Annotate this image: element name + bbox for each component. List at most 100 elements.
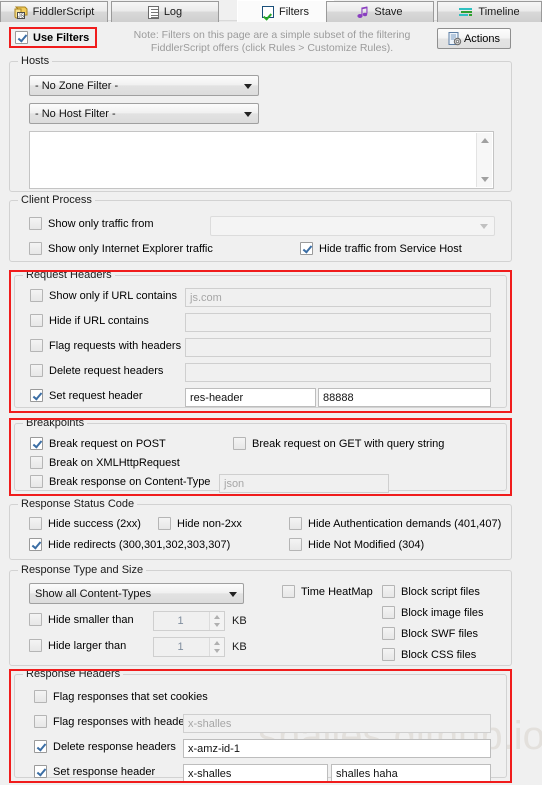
stepper-up-icon[interactable] [214,641,220,645]
hide-success-label: Hide success (2xx) [48,517,141,530]
hide-if-url-contains-checkbox[interactable] [30,314,43,327]
actions-button[interactable]: Actions [437,28,511,49]
break-on-post-checkbox[interactable] [30,437,43,450]
hide-not-modified-checkbox[interactable] [289,538,302,551]
checkmark-icon [262,5,275,18]
stepper-buttons[interactable] [209,638,224,656]
zone-filter-dropdown[interactable]: - No Zone Filter - [29,75,259,96]
stepper-down-icon[interactable] [214,649,220,653]
response-headers-legend: Response Headers [23,668,124,680]
timeline-icon [459,7,473,17]
delete-response-headers-label: Delete response headers [53,740,176,753]
set-response-header-value-input[interactable]: shalles haha [331,764,491,783]
delete-request-headers-checkbox[interactable] [30,364,43,377]
hide-larger-than-row: Hide larger than [29,639,126,652]
show-only-ie-traffic-checkbox[interactable] [29,242,42,255]
tab-timeline[interactable]: Timeline [437,1,542,22]
time-heatmap-checkbox[interactable] [282,585,295,598]
host-list-scrollbar[interactable] [476,133,492,187]
set-request-header-name-input[interactable]: res-header [185,388,316,407]
set-response-header-row: Set response header [34,765,155,778]
show-only-traffic-from-checkbox[interactable] [29,217,42,230]
hide-redirects-checkbox[interactable] [29,538,42,551]
block-swf-files-checkbox[interactable] [382,627,395,640]
document-gear-icon [448,31,462,46]
flag-set-cookies-checkbox[interactable] [34,690,47,703]
hide-non2xx-checkbox[interactable] [158,517,171,530]
time-heatmap-row: Time HeatMap [282,585,373,598]
host-list-textarea[interactable] [29,131,494,189]
break-on-get-query-checkbox[interactable] [233,437,246,450]
note-line-1: Note: Filters on this page are a simple … [133,29,411,41]
hide-redirects-label: Hide redirects (300,301,302,303,307) [48,538,231,551]
scroll-up-icon[interactable] [480,138,489,143]
flag-requests-with-headers-checkbox[interactable] [30,339,43,352]
log-icon [147,5,159,19]
use-filters-checkbox[interactable] [15,31,28,44]
tab-log[interactable]: Log [111,1,219,22]
host-filter-dropdown[interactable]: - No Host Filter - [29,103,259,124]
break-on-content-type-input[interactable]: json [219,474,389,493]
content-type-dropdown[interactable]: Show all Content-Types [29,583,244,604]
show-only-url-contains-checkbox[interactable] [30,289,43,302]
use-filters-highlight: Use Filters [9,27,98,48]
break-on-xhr-row: Break on XMLHttpRequest [30,456,180,469]
hide-smaller-than-checkbox[interactable] [29,613,42,626]
block-swf-files-label: Block SWF files [401,627,479,640]
tab-stave[interactable]: Stave [326,1,434,22]
client-process-legend: Client Process [18,194,95,206]
delete-request-headers-row: Delete request headers [30,364,163,377]
show-only-url-contains-input[interactable]: js.com [185,288,491,307]
set-request-header-label: Set request header [49,389,143,402]
content-type-value: Show all Content-Types [35,587,152,600]
tab-filters[interactable]: Filters [237,0,334,22]
delete-response-headers-row: Delete response headers [34,740,176,753]
break-on-xhr-checkbox[interactable] [30,456,43,469]
hide-larger-than-checkbox[interactable] [29,639,42,652]
hide-smaller-than-stepper[interactable]: 1 [153,611,225,631]
block-image-files-label: Block image files [401,606,484,619]
set-request-header-value-input[interactable]: 88888 [318,388,491,407]
flag-requests-with-headers-input[interactable] [185,338,491,357]
delete-response-headers-input[interactable]: x-amz-id-1 [183,739,491,758]
block-css-files-row: Block CSS files [382,648,476,661]
stepper-up-icon[interactable] [214,615,220,619]
hide-if-url-contains-input[interactable] [185,313,491,332]
tab-label: Stave [374,6,403,18]
tab-fiddlerscript[interactable]: JS FiddlerScript [0,1,108,22]
break-on-content-type-checkbox[interactable] [30,475,43,488]
scroll-down-icon[interactable] [480,177,489,182]
block-css-files-checkbox[interactable] [382,648,395,661]
svg-text:JS: JS [18,13,25,19]
hide-service-host-label: Hide traffic from Service Host [319,242,462,255]
hide-if-url-contains-row: Hide if URL contains [30,314,149,327]
delete-response-headers-checkbox[interactable] [34,740,47,753]
flag-responses-with-headers-input[interactable]: x-shalles [183,714,491,733]
hide-success-checkbox[interactable] [29,517,42,530]
block-script-files-checkbox[interactable] [382,585,395,598]
delete-request-headers-input[interactable] [185,363,491,382]
flag-responses-with-headers-checkbox[interactable] [34,715,47,728]
hide-smaller-than-value: 1 [177,615,184,627]
set-response-header-name-input[interactable]: x-shalles [183,764,328,783]
hide-service-host-checkbox[interactable] [300,242,313,255]
block-css-files-label: Block CSS files [401,648,477,661]
hide-larger-than-stepper[interactable]: 1 [153,637,225,657]
hosts-group: Hosts - No Zone Filter - - No Host Filte… [9,55,512,192]
hide-not-modified-label: Hide Not Modified (304) [308,538,425,551]
use-filters-label: Use Filters [33,31,90,44]
block-image-files-checkbox[interactable] [382,606,395,619]
set-request-header-value-value: 88888 [323,391,354,404]
set-response-header-checkbox[interactable] [34,765,47,778]
set-request-header-checkbox[interactable] [30,389,43,402]
music-note-icon [357,6,369,19]
hide-if-url-contains-label: Hide if URL contains [49,314,149,327]
response-type-group: Response Type and Size Show all Content-… [9,564,512,666]
stepper-down-icon[interactable] [214,623,220,627]
hide-auth-checkbox[interactable] [289,517,302,530]
stepper-buttons[interactable] [209,612,224,630]
breakpoints-legend: Breakpoints [23,417,88,429]
traffic-process-dropdown[interactable] [210,216,495,236]
block-script-files-row: Block script files [382,585,480,598]
tab-label: FiddlerScript [32,6,95,18]
